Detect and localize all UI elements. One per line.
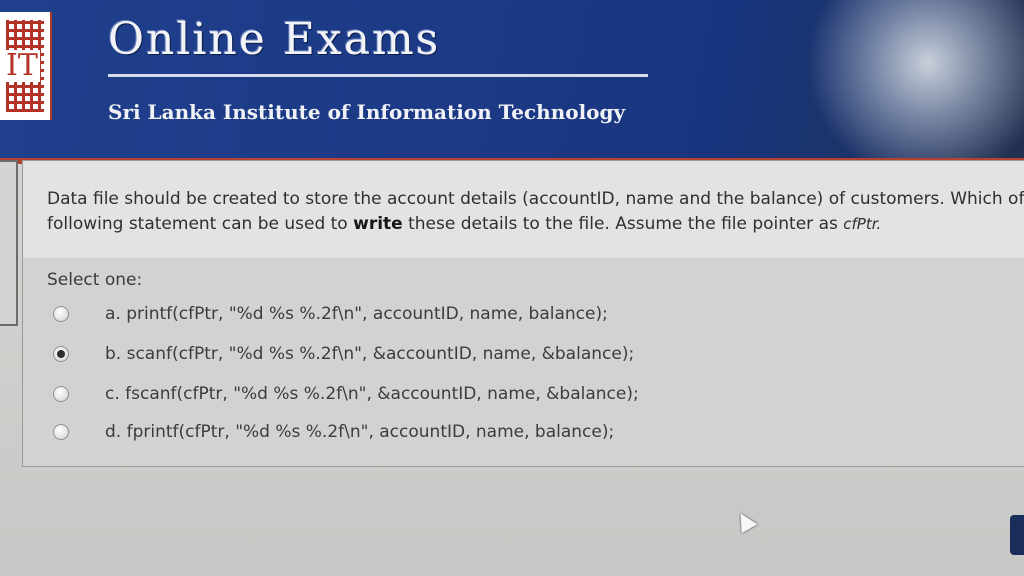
option-a[interactable]: a. printf(cfPtr, "%d %s %.2f\n", account…	[53, 300, 608, 328]
screen-glare	[784, 0, 1024, 158]
question-text: Data file should be created to store the…	[47, 187, 1024, 237]
option-d-label[interactable]: d. fprintf(cfPtr, "%d %s %.2f\n", accoun…	[105, 422, 614, 442]
option-b-label[interactable]: b. scanf(cfPtr, "%d %s %.2f\n", &account…	[105, 344, 634, 364]
radio-option-a[interactable]	[53, 306, 69, 322]
title-divider	[108, 74, 648, 77]
question-panel: Data file should be created to store the…	[22, 160, 1024, 259]
logo-text: IT	[4, 48, 40, 83]
site-header: IT Online Exams Sri Lanka Institute of I…	[0, 0, 1024, 164]
option-c[interactable]: c. fscanf(cfPtr, "%d %s %.2f\n", &accoun…	[53, 380, 639, 408]
file-pointer-name: cfPtr.	[843, 215, 882, 233]
question-keyword: write	[353, 214, 403, 234]
option-a-label[interactable]: a. printf(cfPtr, "%d %s %.2f\n", account…	[105, 304, 608, 324]
exam-page: IT Online Exams Sri Lanka Institute of I…	[0, 0, 1024, 576]
radio-option-b[interactable]	[53, 346, 69, 362]
option-c-label[interactable]: c. fscanf(cfPtr, "%d %s %.2f\n", &accoun…	[105, 384, 639, 404]
question-text-part2: these details to the file. Assume the fi…	[402, 214, 844, 234]
mouse-pointer-icon	[732, 508, 758, 534]
institute-name: Sri Lanka Institute of Information Techn…	[108, 100, 626, 124]
option-b[interactable]: b. scanf(cfPtr, "%d %s %.2f\n", &account…	[53, 340, 634, 368]
radio-option-c[interactable]	[53, 386, 69, 402]
question-info-frame	[0, 160, 18, 326]
select-one-prompt: Select one:	[47, 270, 143, 290]
option-d[interactable]: d. fprintf(cfPtr, "%d %s %.2f\n", accoun…	[53, 418, 614, 446]
radio-option-d[interactable]	[53, 424, 69, 440]
side-tab[interactable]	[1010, 515, 1024, 555]
site-title: Online Exams	[108, 14, 441, 65]
answer-panel: Select one: a. printf(cfPtr, "%d %s %.2f…	[22, 258, 1024, 467]
sliit-logo-icon[interactable]: IT	[0, 12, 52, 120]
